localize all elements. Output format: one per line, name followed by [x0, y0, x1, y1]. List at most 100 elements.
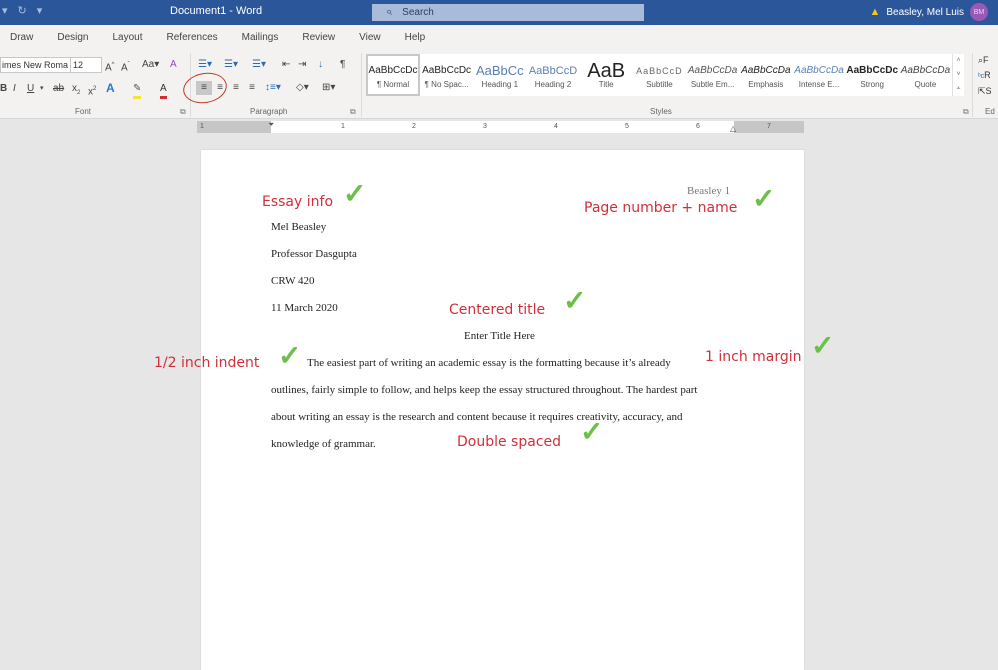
tab-draw[interactable]: Draw — [10, 32, 33, 43]
style-heading-1[interactable]: AaBbCc Heading 1 — [473, 54, 526, 96]
shrink-font-icon[interactable]: Aˇ — [121, 58, 130, 75]
checkmark-icon: ✓ — [752, 183, 776, 214]
tab-references[interactable]: References — [167, 32, 218, 43]
numbering-icon[interactable]: ☰▾ — [224, 58, 238, 72]
font-size-value: 12 — [73, 60, 84, 70]
style-name: ¶ No Spac... — [424, 79, 469, 89]
replace-button[interactable]: ᵇcR — [978, 68, 992, 84]
font-color-icon[interactable]: A — [160, 82, 167, 99]
warning-icon[interactable]: ▲ — [869, 6, 880, 18]
style-preview: AaBbCcDc — [368, 64, 418, 76]
grow-font-icon[interactable]: A^ — [105, 58, 115, 75]
bold-icon[interactable]: B — [0, 82, 7, 96]
tab-mailings[interactable]: Mailings — [242, 32, 279, 43]
checkmark-icon: ✓ — [563, 285, 587, 316]
style-title[interactable]: AaB Title — [580, 54, 633, 96]
superscript-icon[interactable]: x2 — [88, 82, 96, 99]
customize-qat-icon[interactable]: ▾ — [37, 4, 43, 17]
horizontal-ruler[interactable]: 1 1 2 3 4 5 6 7 ⏷ △ — [197, 119, 804, 135]
style-heading-2[interactable]: AaBbCcD Heading 2 — [526, 54, 579, 96]
find-label: F — [983, 55, 989, 65]
underline-icon[interactable]: U — [27, 82, 34, 96]
ruler-number: 6 — [696, 123, 700, 130]
multilevel-list-icon[interactable]: ☰▾ — [252, 58, 266, 72]
style-name: Heading 1 — [481, 79, 519, 89]
tab-layout[interactable]: Layout — [112, 32, 142, 43]
tab-view[interactable]: View — [359, 32, 381, 43]
tab-help[interactable]: Help — [405, 32, 426, 43]
font-name-value: imes New Roma — [2, 60, 69, 70]
font-size-select[interactable]: 12 — [70, 57, 102, 73]
document-page[interactable]: Beasley 1 Mel Beasley Professor Dasgupta… — [201, 150, 804, 670]
style-subtitle[interactable]: AaBbCcD Subtitle — [633, 54, 686, 96]
justify-icon[interactable]: ≡ — [245, 81, 259, 95]
gallery-down-icon[interactable]: ˅ — [956, 71, 960, 78]
ruler-number: 7 — [767, 123, 771, 130]
style-preview: AaB — [587, 61, 626, 80]
right-indent-marker-icon[interactable]: △ — [730, 123, 736, 135]
style-preview: AaBbCcD — [528, 64, 578, 77]
style-subtle-emphasis[interactable]: AaBbCcDa Subtle Em... — [686, 54, 739, 96]
style-normal[interactable]: AaBbCcDc ¶ Normal — [366, 54, 420, 96]
style-quote[interactable]: AaBbCcDa Quote — [899, 54, 952, 96]
annotation-one-inch-margin: 1 inch margin — [705, 349, 802, 365]
highlight-icon[interactable]: ✎ — [133, 82, 142, 99]
ruler-number: 3 — [483, 123, 487, 130]
style-preview: AaBbCcDa — [687, 64, 738, 76]
find-button[interactable]: ⌕F — [978, 53, 992, 68]
increase-indent-icon[interactable]: ⇥ — [298, 58, 306, 72]
paragraph-dialog-launcher-icon[interactable]: ⧉ — [350, 107, 356, 117]
clear-formatting-icon[interactable]: A — [170, 58, 177, 72]
tab-design[interactable]: Design — [57, 32, 88, 43]
user-account[interactable]: ▲ Beasley, Mel Luis BM — [869, 3, 988, 21]
redo-icon[interactable]: ↻ — [18, 4, 27, 17]
style-strong[interactable]: AaBbCcDc Strong — [846, 54, 899, 96]
search-input[interactable]: ⌕ Search — [372, 4, 644, 21]
style-name: Intense E... — [798, 79, 840, 89]
checkmark-icon: ✓ — [580, 416, 604, 447]
decrease-indent-icon[interactable]: ⇤ — [282, 58, 290, 72]
style-intense-emphasis[interactable]: AaBbCcDa Intense E... — [792, 54, 845, 96]
replace-label: R — [984, 70, 991, 80]
ruler-left-margin — [197, 121, 271, 133]
document-title: Document1 - Word — [170, 5, 263, 17]
borders-icon[interactable]: ⊞▾ — [322, 81, 335, 95]
user-name: Beasley, Mel Luis — [886, 6, 964, 18]
gallery-more-icon[interactable]: ⩡ — [957, 85, 961, 93]
change-case-icon[interactable]: Aa▾ — [142, 58, 159, 72]
avatar[interactable]: BM — [970, 3, 988, 21]
style-name: Strong — [860, 79, 884, 89]
style-no-spacing[interactable]: AaBbCcDc ¶ No Spac... — [420, 54, 473, 96]
styles-dialog-launcher-icon[interactable]: ⧉ — [963, 107, 969, 117]
indent-marker-icon[interactable]: ⏷ — [268, 119, 274, 131]
line-spacing-icon[interactable]: ↕≡▾ — [265, 81, 281, 95]
paragraph-group-label: Paragraph — [250, 107, 288, 116]
divider — [361, 53, 362, 117]
body-line: outlines, fairly simple to follow, and h… — [271, 384, 698, 396]
font-dialog-launcher-icon[interactable]: ⧉ — [180, 107, 186, 117]
style-preview: AaBbCcDc — [846, 64, 899, 76]
quick-access-toolbar: ▾ ↻ ▾ — [2, 4, 42, 17]
qat-dropdown-icon[interactable]: ▾ — [2, 4, 8, 17]
italic-icon[interactable]: I — [13, 82, 16, 96]
style-preview: AaBbCc — [475, 62, 524, 78]
gallery-up-icon[interactable]: ˄ — [956, 57, 960, 64]
strikethrough-icon[interactable]: ab — [53, 82, 64, 96]
subscript-icon[interactable]: x2 — [72, 82, 80, 100]
info-line-name: Mel Beasley — [271, 221, 327, 233]
show-formatting-icon[interactable]: ¶ — [340, 58, 345, 72]
styles-group-label: Styles — [650, 107, 672, 116]
sort-icon[interactable]: ↓ — [318, 58, 323, 72]
underline-dropdown-icon[interactable]: ▾ — [40, 82, 44, 96]
cursor-icon: ⇱ — [978, 86, 986, 96]
select-button[interactable]: ⇱S — [978, 84, 992, 99]
shading-icon[interactable]: ◇▾ — [296, 81, 309, 95]
bullets-icon[interactable]: ☰▾ — [198, 58, 212, 72]
tab-review[interactable]: Review — [302, 32, 335, 43]
annotation-double-spaced: Double spaced — [457, 434, 562, 450]
ribbon: imes New Roma ⌄ 12 A^ Aˇ Aa▾ A B I U ▾ a… — [0, 49, 998, 119]
body-line: about writing an essay is the research a… — [271, 411, 683, 423]
align-right-icon[interactable]: ≡ — [229, 81, 243, 95]
text-effects-icon[interactable]: A — [106, 81, 115, 95]
style-emphasis[interactable]: AaBbCcDa Emphasis — [739, 54, 792, 96]
